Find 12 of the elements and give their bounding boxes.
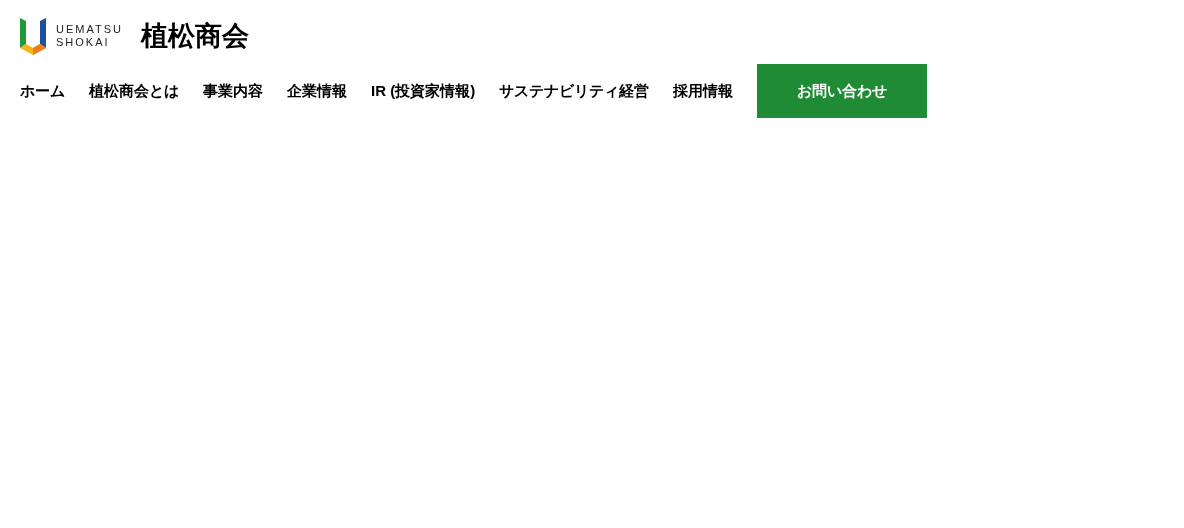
logo-text: UEMATSU <box>56 23 123 36</box>
contact-button[interactable]: お問い合わせ <box>757 64 928 118</box>
nav-link[interactable]: サステナビリティ経営 <box>499 79 650 103</box>
logo-text: SHOKAI <box>56 36 111 49</box>
logo-icon <box>20 17 46 55</box>
company-name: 植松商会 <box>140 19 249 53</box>
nav-link[interactable]: 企業情報 <box>287 79 347 103</box>
nav-link[interactable]: 採用情報 <box>673 79 734 103</box>
nav-link[interactable]: 植松商会とは <box>89 79 179 103</box>
nav-link[interactable]: 事業内容 <box>203 79 263 103</box>
nav-link[interactable]: ホーム <box>20 79 65 103</box>
nav-link[interactable]: IR (投資家情報) <box>371 79 476 103</box>
